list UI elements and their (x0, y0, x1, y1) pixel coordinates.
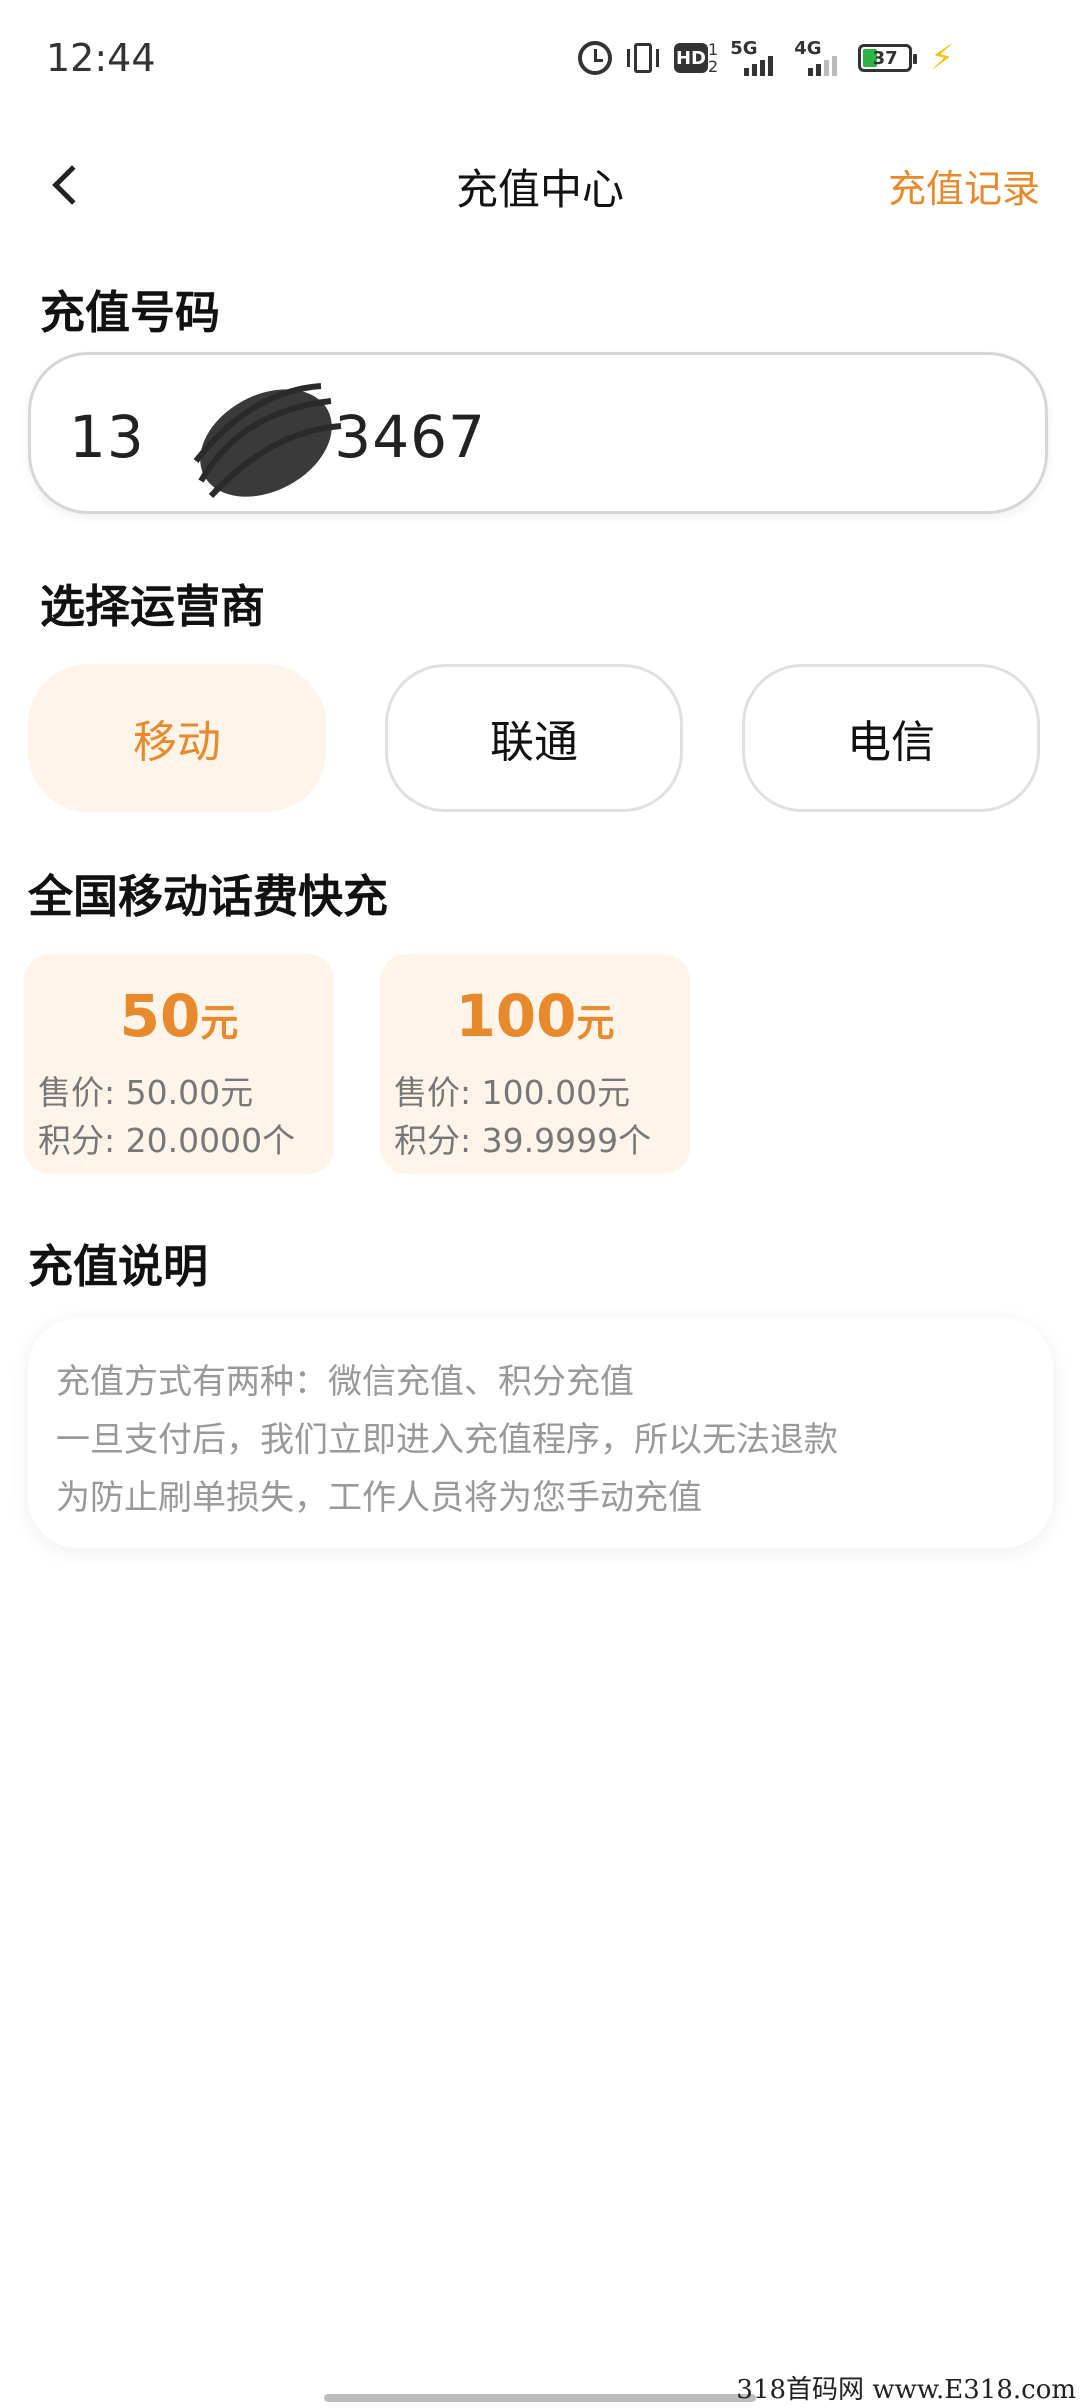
product-amount-unit: 元 (200, 1001, 239, 1045)
signal-5g-icon: 5G (730, 38, 782, 78)
battery-level: 37 (872, 47, 898, 69)
product-price: 售价: 50.00元 (38, 1073, 254, 1112)
carrier-section-title: 选择运营商 (40, 580, 266, 633)
status-time: 12:44 (46, 36, 156, 80)
status-icons: HD 1 2 5G 4G 37 ⚡ (578, 36, 954, 80)
back-button[interactable] (32, 150, 102, 220)
charging-icon: ⚡ (930, 38, 955, 78)
carrier-option-mobile[interactable]: 移动 (28, 664, 326, 812)
home-indicator[interactable] (324, 2394, 756, 2402)
alarm-icon (578, 41, 612, 75)
hd-icon: HD 1 2 (674, 41, 718, 75)
hd-sub-bottom: 2 (708, 57, 719, 76)
description-line-3: 为防止刷单损失，工作人员将为您手动充值 (56, 1478, 702, 1518)
hd-sim-indices: 1 2 (708, 41, 718, 75)
product-points: 积分: 39.9999个 (394, 1121, 652, 1160)
status-bar: 12:44 HD 1 2 5G 4G 37 ⚡ (0, 0, 1080, 120)
redaction-scribble (193, 383, 342, 499)
description-card: 充值方式有两种：微信充值、积分充值 一旦支付后，我们立即进入充值程序，所以无法退… (28, 1318, 1053, 1548)
hd-sub-top: 1 (708, 40, 719, 59)
product-amount-value: 100 (455, 982, 577, 1050)
product-points: 积分: 20.0000个 (38, 1121, 296, 1160)
product-amount-value: 50 (119, 982, 201, 1050)
watermark: 318首码网 www.E318.com (736, 2375, 1076, 2405)
carrier-option-telecom[interactable]: 电信 (742, 664, 1040, 812)
recharge-center-screen: 12:44 HD 1 2 5G 4G 37 ⚡ 充值中心 充值记录 充值号码 1… (0, 0, 1080, 2408)
product-amount: 100元 (380, 982, 690, 1050)
chevron-left-icon (52, 165, 92, 205)
nav-bar: 充值中心 充值记录 (0, 140, 1080, 230)
signal-4g-icon: 4G (794, 38, 846, 78)
product-price: 售价: 100.00元 (394, 1073, 631, 1112)
carrier-option-unicom[interactable]: 联通 (385, 664, 683, 812)
description-section-title: 充值说明 (28, 1240, 209, 1293)
battery-icon: 37 (858, 44, 918, 72)
product-card-100[interactable]: 100元 售价: 100.00元 积分: 39.9999个 (380, 954, 690, 1174)
hd-label: HD (674, 43, 708, 73)
recharge-records-link[interactable]: 充值记录 (888, 158, 1040, 213)
description-line-2: 一旦支付后，我们立即进入充值程序，所以无法退款 (56, 1420, 838, 1460)
product-amount-unit: 元 (576, 1001, 615, 1045)
product-card-50[interactable]: 50元 售价: 50.00元 积分: 20.0000个 (24, 954, 334, 1174)
vibrate-icon (624, 41, 662, 75)
phone-section-title: 充值号码 (40, 286, 221, 339)
products-section-title: 全国移动话费快充 (28, 870, 389, 923)
description-line-1: 充值方式有两种：微信充值、积分充值 (56, 1362, 634, 1402)
product-amount: 50元 (24, 982, 334, 1050)
phone-number-field[interactable] (28, 352, 1048, 514)
